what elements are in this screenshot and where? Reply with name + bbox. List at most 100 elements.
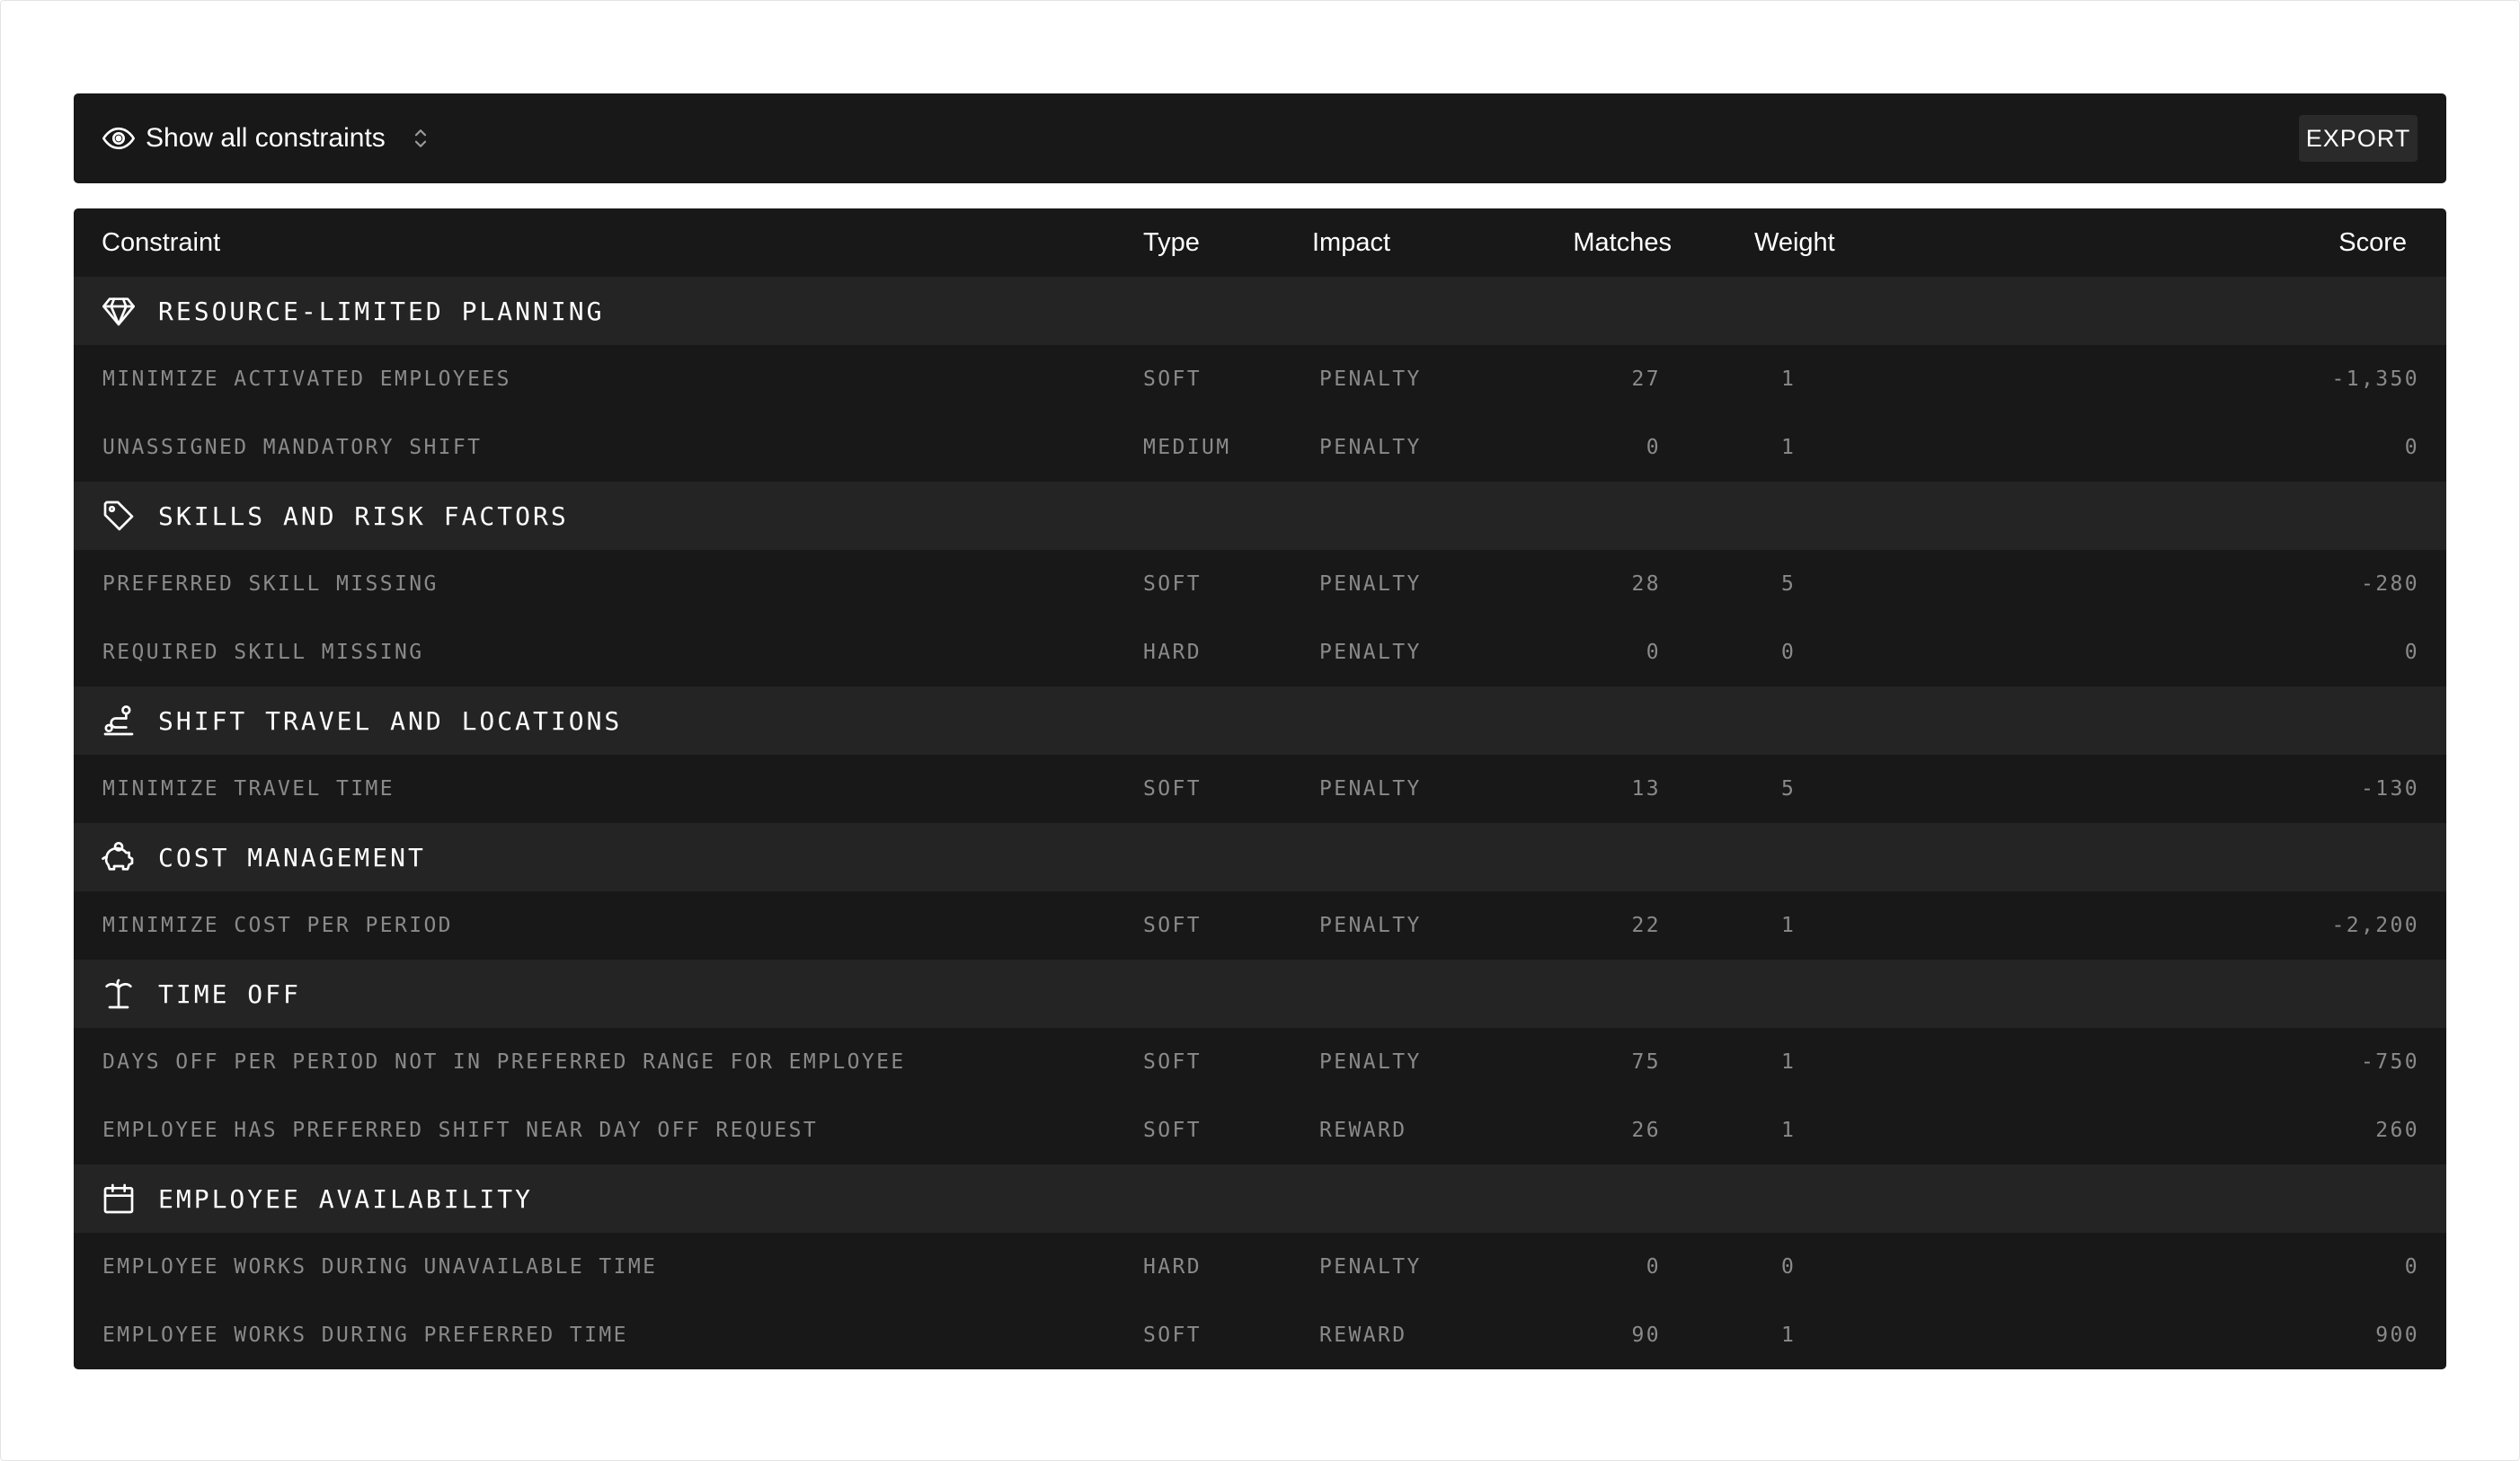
constraint-group-header[interactable]: SHIFT TRAVEL AND LOCATIONS — [74, 686, 2446, 755]
constraint-impact: REWARD — [1319, 1324, 1407, 1347]
constraint-name: DAYS OFF PER PERIOD NOT IN PREFERRED RAN… — [102, 1050, 906, 1074]
export-button[interactable]: EXPORT — [2299, 115, 2418, 162]
table-row[interactable]: MINIMIZE COST PER PERIOD SOFT PENALTY 22… — [74, 891, 2446, 960]
calendar-icon — [103, 1183, 134, 1214]
tag-icon — [103, 500, 134, 531]
constraint-type: SOFT — [1143, 1119, 1202, 1142]
eye-icon — [102, 127, 136, 150]
constraint-matches: 22 — [1631, 914, 1661, 937]
constraint-score: 0 — [2404, 436, 2419, 459]
chevron-up-down-icon — [414, 129, 426, 147]
constraint-impact: PENALTY — [1319, 436, 1422, 459]
constraint-type: HARD — [1143, 641, 1202, 664]
table-row[interactable]: EMPLOYEE WORKS DURING UNAVAILABLE TIME H… — [74, 1233, 2446, 1301]
constraint-type: HARD — [1143, 1255, 1202, 1279]
constraint-matches: 90 — [1631, 1324, 1661, 1347]
piggy-bank-icon — [102, 841, 134, 871]
constraint-group-header[interactable]: TIME OFF — [74, 960, 2446, 1028]
group-title-cell: COST MANAGEMENT — [74, 839, 2446, 875]
table-row[interactable]: PREFERRED SKILL MISSING SOFT PENALTY 28 … — [74, 550, 2446, 618]
constraint-matches: 0 — [1646, 1255, 1661, 1279]
column-header-weight[interactable]: Weight — [1745, 208, 1938, 277]
column-header-type[interactable]: Type — [1143, 208, 1309, 277]
constraint-name: MINIMIZE ACTIVATED EMPLOYEES — [102, 367, 511, 391]
constraint-impact: PENALTY — [1319, 367, 1422, 391]
constraint-matches: 26 — [1631, 1119, 1661, 1142]
table-row[interactable]: EMPLOYEE WORKS DURING PREFERRED TIME SOF… — [74, 1301, 2446, 1369]
constraint-name: UNASSIGNED MANDATORY SHIFT — [102, 436, 483, 459]
table-header-row: Constraint Type Impact Matches Weight Sc… — [74, 208, 2446, 277]
route-icon — [103, 705, 134, 736]
constraint-type: SOFT — [1143, 914, 1202, 937]
column-header-score[interactable]: Score — [1938, 208, 2446, 277]
constraint-impact: PENALTY — [1319, 641, 1422, 664]
table-row[interactable]: REQUIRED SKILL MISSING HARD PENALTY 0 0 … — [74, 618, 2446, 686]
constraint-weight: 0 — [1781, 641, 1797, 664]
column-header-matches[interactable]: Matches — [1497, 208, 1745, 277]
group-title: COST MANAGEMENT — [158, 842, 426, 872]
constraint-impact: PENALTY — [1319, 914, 1422, 937]
constraint-matches: 0 — [1646, 436, 1661, 459]
group-title: SKILLS AND RISK FACTORS — [158, 500, 569, 531]
group-title: RESOURCE-LIMITED PLANNING — [158, 296, 605, 326]
constraint-score: -280 — [2361, 572, 2419, 596]
constraint-weight: 0 — [1781, 1255, 1797, 1279]
table-row[interactable]: EMPLOYEE HAS PREFERRED SHIFT NEAR DAY OF… — [74, 1096, 2446, 1164]
table-row[interactable]: MINIMIZE TRAVEL TIME SOFT PENALTY 13 5 -… — [74, 755, 2446, 823]
constraint-name: MINIMIZE COST PER PERIOD — [102, 914, 453, 937]
constraint-matches: 28 — [1631, 572, 1661, 596]
constraint-score: -1,350 — [2331, 367, 2419, 391]
table-body: RESOURCE-LIMITED PLANNING MINIMIZE ACTIV… — [74, 277, 2446, 1369]
constraint-name: EMPLOYEE WORKS DURING PREFERRED TIME — [102, 1324, 628, 1347]
constraint-weight: 1 — [1781, 1050, 1797, 1074]
constraint-impact: PENALTY — [1319, 1255, 1422, 1279]
group-title: SHIFT TRAVEL AND LOCATIONS — [158, 705, 623, 736]
constraint-name: MINIMIZE TRAVEL TIME — [102, 777, 395, 801]
constraint-weight: 1 — [1781, 914, 1797, 937]
constraint-score: -750 — [2361, 1050, 2419, 1074]
constraint-group-header[interactable]: EMPLOYEE AVAILABILITY — [74, 1164, 2446, 1233]
palm-tree-icon — [105, 978, 132, 1009]
constraint-matches: 0 — [1646, 641, 1661, 664]
table-row[interactable]: DAYS OFF PER PERIOD NOT IN PREFERRED RAN… — [74, 1028, 2446, 1096]
constraint-filter-label: Show all constraints — [146, 123, 386, 153]
table-row[interactable]: UNASSIGNED MANDATORY SHIFT MEDIUM PENALT… — [74, 413, 2446, 482]
constraint-score: 0 — [2404, 641, 2419, 664]
column-header-constraint[interactable]: Constraint — [74, 208, 1143, 277]
constraint-score: -130 — [2361, 777, 2419, 801]
constraints-table: Constraint Type Impact Matches Weight Sc… — [74, 208, 2446, 1369]
constraint-impact: PENALTY — [1319, 572, 1422, 596]
constraint-score: 900 — [2375, 1324, 2419, 1347]
group-title-cell: RESOURCE-LIMITED PLANNING — [74, 293, 2446, 329]
constraint-group-header[interactable]: COST MANAGEMENT — [74, 823, 2446, 891]
constraint-group-header[interactable]: SKILLS AND RISK FACTORS — [74, 482, 2446, 550]
constraint-score: -2,200 — [2331, 914, 2419, 937]
constraint-type: SOFT — [1143, 367, 1202, 391]
constraint-impact: PENALTY — [1319, 1050, 1422, 1074]
constraint-name: EMPLOYEE HAS PREFERRED SHIFT NEAR DAY OF… — [102, 1119, 819, 1142]
constraint-type: MEDIUM — [1143, 436, 1231, 459]
constraint-name: REQUIRED SKILL MISSING — [102, 641, 424, 664]
table-row[interactable]: MINIMIZE ACTIVATED EMPLOYEES SOFT PENALT… — [74, 345, 2446, 413]
group-title-cell: SKILLS AND RISK FACTORS — [74, 498, 2446, 534]
constraint-filter-dropdown[interactable]: Show all constraints — [101, 120, 434, 156]
column-header-impact[interactable]: Impact — [1309, 208, 1497, 277]
constraint-name: EMPLOYEE WORKS DURING UNAVAILABLE TIME — [102, 1255, 658, 1279]
group-title-cell: EMPLOYEE AVAILABILITY — [74, 1181, 2446, 1217]
constraint-group-header[interactable]: RESOURCE-LIMITED PLANNING — [74, 277, 2446, 345]
constraint-name: PREFERRED SKILL MISSING — [102, 572, 439, 596]
constraint-score: 0 — [2404, 1255, 2419, 1279]
constraint-weight: 1 — [1781, 1324, 1797, 1347]
constraint-weight: 5 — [1781, 572, 1797, 596]
constraint-weight: 5 — [1781, 777, 1797, 801]
group-title-cell: SHIFT TRAVEL AND LOCATIONS — [74, 703, 2446, 739]
constraint-impact: REWARD — [1319, 1119, 1407, 1142]
constraint-type: SOFT — [1143, 1050, 1202, 1074]
constraint-type: SOFT — [1143, 777, 1202, 801]
group-title: EMPLOYEE AVAILABILITY — [158, 1183, 534, 1214]
constraint-matches: 27 — [1631, 367, 1661, 391]
constraint-weight: 1 — [1781, 436, 1797, 459]
constraint-impact: PENALTY — [1319, 777, 1422, 801]
constraint-matches: 13 — [1631, 777, 1661, 801]
toolbar: Show all constraints EXPORT — [74, 93, 2446, 183]
